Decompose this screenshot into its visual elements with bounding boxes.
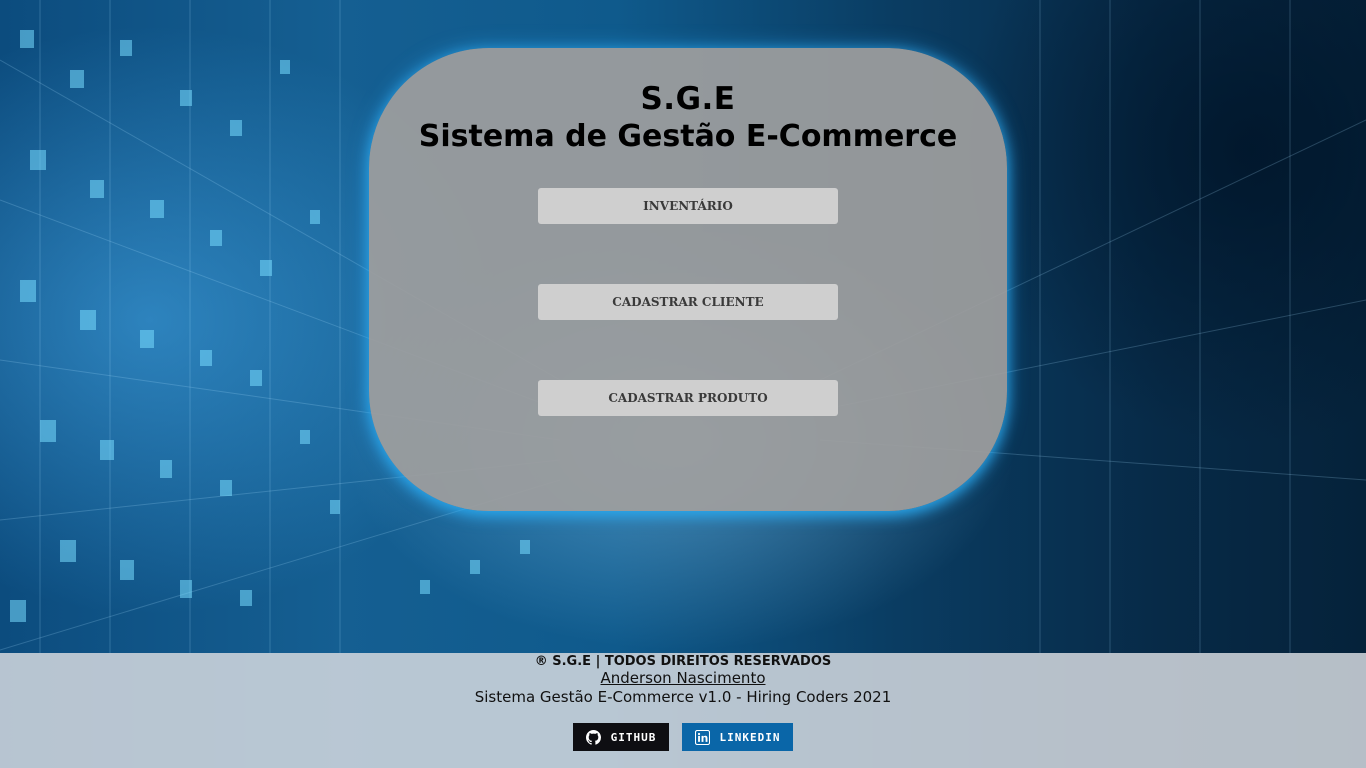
copyright-text: ® S.G.E | TODOS DIREITOS RESERVADOS (534, 654, 832, 669)
author-link[interactable]: Anderson Nascimento (601, 669, 766, 687)
linkedin-label: LINKEDIN (719, 730, 781, 744)
github-icon (585, 729, 601, 745)
app-subtitle: Sistema de Gestão E-Commerce (418, 119, 958, 154)
inventory-button[interactable]: INVENTÁRIO (538, 188, 838, 224)
register-product-button[interactable]: CADASTRAR PRODUTO (538, 380, 838, 416)
footer: ® S.G.E | TODOS DIREITOS RESERVADOS Ande… (0, 653, 1366, 768)
github-label: GITHUB (610, 730, 657, 744)
version-text: Sistema Gestão E-Commerce v1.0 - Hiring … (474, 688, 892, 706)
github-badge[interactable]: GITHUB (573, 723, 669, 751)
linkedin-icon (694, 729, 710, 745)
main-panel: S.G.E Sistema de Gestão E-Commerce INVEN… (369, 48, 1007, 511)
register-client-button[interactable]: CADASTRAR CLIENTE (538, 284, 838, 320)
linkedin-badge[interactable]: LINKEDIN (682, 723, 793, 751)
app-title: S.G.E (640, 81, 736, 117)
author-line: Anderson Nascimento (0, 669, 1366, 687)
